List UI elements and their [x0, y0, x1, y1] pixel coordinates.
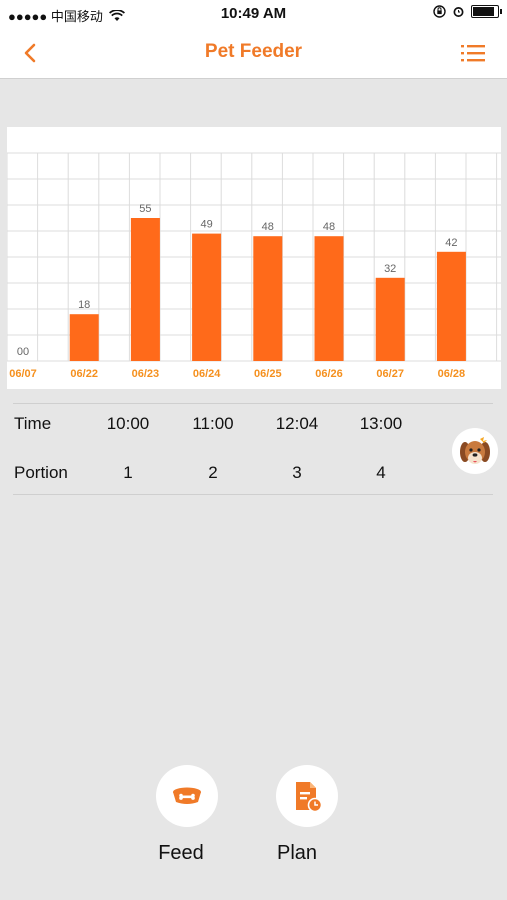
bar	[436, 251, 466, 361]
time-row-label: Time	[14, 414, 52, 433]
x-tick-label: 06/27	[376, 368, 404, 380]
plan-button[interactable]	[276, 765, 338, 827]
data-label: 55	[139, 203, 151, 215]
list-menu-icon[interactable]	[459, 41, 487, 65]
data-label: 48	[262, 221, 274, 233]
feed-button[interactable]	[156, 765, 218, 827]
status-time: 10:49 AM	[220, 5, 287, 22]
bar-chart: 00 06/07 18 06/22 55 06/23 49 06/24 48 06/25 48 06/…	[7, 152, 501, 380]
x-tick-label: 06/22	[70, 368, 98, 380]
data-label: 48	[323, 221, 335, 233]
battery-icon	[471, 5, 502, 18]
status-icons	[433, 5, 502, 18]
x-tick-label: 06/25	[254, 368, 282, 380]
feeding-chart: 00 06/07 18 06/22 55 06/23 49 06/24 48 06/25 48 06/…	[7, 127, 501, 389]
portion-row-label: Portion	[14, 463, 68, 482]
schedule-top-divider	[13, 403, 493, 404]
data-label: 18	[78, 299, 90, 311]
bar	[253, 236, 283, 361]
x-tick-label: 06/24	[193, 368, 221, 380]
x-tick-label: 06/26	[315, 368, 343, 380]
time-cell: 12:04	[275, 414, 319, 433]
bar	[314, 236, 344, 361]
bar	[69, 314, 99, 361]
alarm-icon	[453, 7, 464, 17]
bar	[192, 233, 222, 361]
feed-label[interactable]: Feed	[131, 842, 231, 865]
portion-cell: 3	[292, 463, 302, 482]
bar	[375, 277, 405, 361]
time-cell: 13:00	[359, 414, 403, 433]
data-label: 32	[384, 263, 396, 275]
data-label: 00	[17, 346, 29, 358]
schedule-bottom-divider	[13, 494, 493, 495]
food-bowl-icon	[173, 787, 201, 804]
time-cell: 11:00	[192, 414, 234, 433]
plan-label[interactable]: Plan	[247, 842, 347, 865]
nav-bar: Pet Feeder	[0, 28, 507, 79]
status-bar: ●●●●● 中国移动 10:49 AM	[0, 0, 507, 28]
data-label: 49	[200, 219, 212, 231]
x-tick-label: 06/23	[132, 368, 160, 380]
x-tick-label: 06/28	[438, 368, 466, 380]
time-cell: 10:00	[106, 414, 150, 433]
bar	[130, 218, 160, 361]
data-label: 42	[445, 237, 457, 249]
dog-avatar-icon[interactable]	[452, 428, 498, 474]
portion-cell: 2	[208, 463, 218, 482]
orientation-lock-icon	[433, 5, 446, 18]
portion-cell: 4	[376, 463, 386, 482]
page-title: Pet Feeder	[204, 41, 303, 62]
x-tick-label: 06/07	[9, 368, 37, 380]
schedule-document-icon	[296, 782, 323, 813]
portion-cell: 1	[123, 463, 133, 482]
